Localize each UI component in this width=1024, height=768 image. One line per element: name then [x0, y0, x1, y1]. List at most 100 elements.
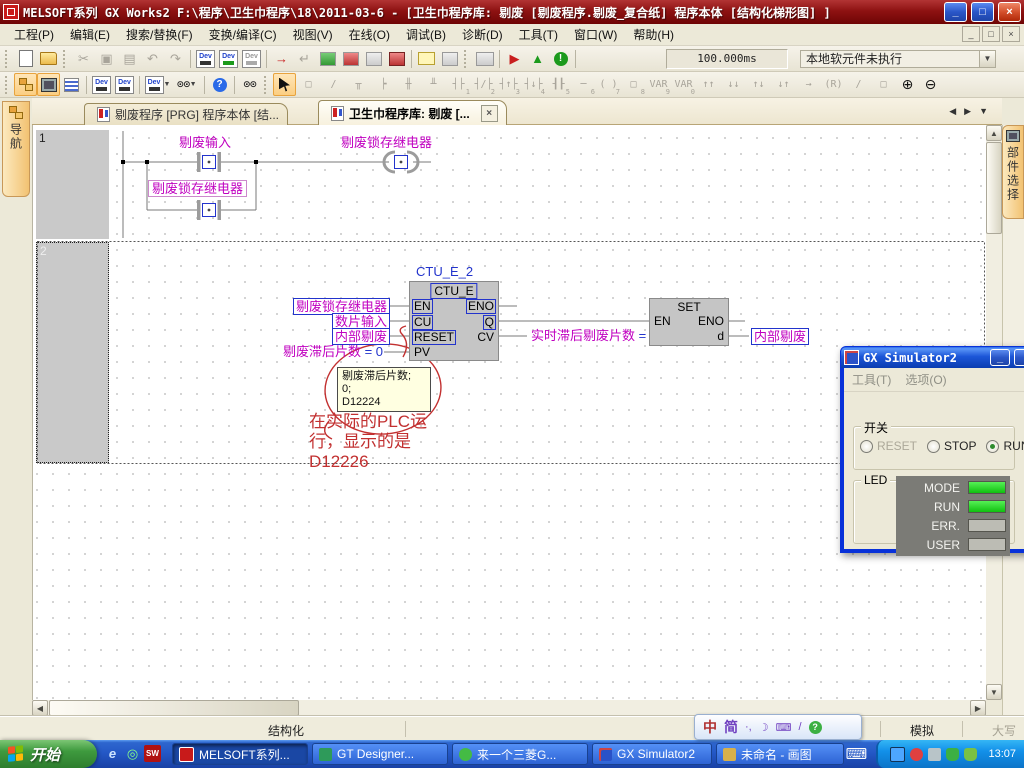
taskbar-task-button[interactable]: GT Designer... [312, 743, 448, 765]
ime-charset-icon[interactable]: 简 [724, 717, 738, 737]
tab-prev-icon[interactable]: ◀ [949, 106, 956, 117]
comment-button[interactable] [415, 47, 438, 70]
ladder-tool-button[interactable]: ┝ [371, 75, 396, 95]
navigation-window-button[interactable] [14, 73, 37, 96]
output-window-button[interactable] [60, 73, 83, 96]
branch-contact-label[interactable]: 剔废锁存继电器 [148, 180, 247, 197]
ladder-tool-button[interactable]: □8 [621, 75, 646, 95]
device-display-mode-button[interactable]: Dev▼ [143, 73, 172, 96]
simulator-minimize-button[interactable]: _ [990, 349, 1010, 366]
ladder-tool-button[interactable]: (R) [821, 75, 846, 95]
network-tray-icon[interactable] [890, 747, 905, 762]
toolbar-grip[interactable] [464, 50, 470, 68]
cross-reference-button[interactable]: ⊙⊙ [238, 73, 261, 96]
output-label-cv[interactable]: 实时滞后剔废片数 = 0 [531, 328, 657, 343]
rung-1-gutter[interactable]: 1 [36, 130, 109, 239]
rung-2-gutter[interactable]: 2 [36, 242, 109, 463]
mdi-restore-button[interactable]: □ [982, 26, 1000, 42]
ladder-tool-button[interactable]: ↑↓ [746, 75, 771, 95]
ladder-tool-button[interactable]: → [796, 75, 821, 95]
simulator-maximize-button[interactable] [1014, 349, 1024, 366]
menu-item[interactable]: 帮助(H) [625, 24, 682, 45]
ladder-tool-button[interactable]: ↓↓ [721, 75, 746, 95]
ladder-tool-button[interactable]: ╫ [396, 75, 421, 95]
input-label-reset[interactable]: 内部剔废 [332, 328, 390, 345]
tab-close-button[interactable]: × [481, 105, 498, 122]
menu-item[interactable]: 工具(T) [511, 24, 566, 45]
shield-tray-icon[interactable] [946, 748, 959, 761]
tab-more-icon[interactable]: ▼ [979, 106, 988, 117]
mdi-minimize-button[interactable]: _ [962, 26, 980, 42]
device-batch-button[interactable] [385, 47, 408, 70]
ladder-tool-button[interactable]: ┨┠5 [546, 75, 571, 95]
solidworks-quicklaunch-icon[interactable]: SW [144, 745, 161, 762]
element-selection-button[interactable] [37, 73, 60, 96]
coil-symbol[interactable] [384, 152, 418, 172]
paste-button[interactable]: ▤ [118, 47, 141, 70]
ladder-tool-button[interactable]: ┤↑├3 [496, 75, 521, 95]
output-label-d[interactable]: 内部剔废 [751, 328, 809, 345]
menu-item[interactable]: 变换/编译(C) [201, 24, 285, 45]
statement-button[interactable] [438, 47, 461, 70]
input-label-pv[interactable]: 剔废滞后片数 = 0 [283, 344, 383, 359]
ladder-tool-button[interactable]: ╥ [346, 75, 371, 95]
menu-item[interactable]: 搜索/替换(F) [118, 24, 201, 45]
help-button[interactable]: ? [208, 73, 231, 96]
toolbar-grip[interactable] [5, 50, 11, 68]
contact-symbol[interactable] [197, 152, 221, 172]
ladder-tool-button[interactable]: VAR9 [646, 75, 671, 95]
dropdown-arrow-icon[interactable]: ▼ [979, 51, 995, 67]
scroll-down-icon[interactable]: ▼ [986, 684, 1002, 700]
watch-start-button[interactable] [316, 47, 339, 70]
taskbar-task-button[interactable]: MELSOFT系列... [172, 743, 308, 765]
menu-item[interactable]: 调试(B) [398, 24, 454, 45]
ladder-tool-button[interactable]: VAR0 [671, 75, 696, 95]
ladder-tool-button[interactable]: ( )7 [596, 75, 621, 95]
gx-simulator-window[interactable]: GX Simulator2 _ 工具(T) 选项(O) 开关 RESET [840, 346, 1024, 553]
undo-button[interactable]: ↶ [141, 47, 164, 70]
menu-item[interactable]: 视图(V) [285, 24, 341, 45]
mdi-close-button[interactable]: × [1002, 26, 1020, 42]
new-project-button[interactable] [14, 47, 37, 70]
watch-register-button[interactable] [362, 47, 385, 70]
menu-item[interactable]: 工程(P) [6, 24, 62, 45]
ime-softkeyboard-icon[interactable]: ⌨ [776, 721, 792, 734]
ladder-tool-button[interactable]: / [321, 75, 346, 95]
radio-circle[interactable] [927, 440, 940, 453]
device-find-button[interactable]: Dev [194, 47, 217, 70]
start-button[interactable]: 开始 [0, 740, 97, 768]
radio-option[interactable]: RUN [986, 439, 1024, 453]
simulator-menu-tools[interactable]: 工具(T) [852, 371, 891, 388]
ctu-function-block[interactable]: CTU_E EN ENO CU Q RESET CV PV [409, 281, 499, 361]
ladder-tool-button[interactable]: □ [871, 75, 896, 95]
minimize-button[interactable]: _ [944, 2, 967, 22]
security-alert-tray-icon[interactable] [910, 748, 923, 761]
ladder-tool-button[interactable]: ↑↑ [696, 75, 721, 95]
set-function-block[interactable]: SET EN ENO d [649, 298, 729, 346]
ladder-tool-button[interactable]: ─6 [571, 75, 596, 95]
simulation-warning-button[interactable]: ▲ [526, 47, 549, 70]
toolbar-grip[interactable] [264, 76, 270, 94]
simulator-menu-options[interactable]: 选项(O) [905, 371, 946, 388]
read-from-plc-button[interactable]: ↵ [293, 47, 316, 70]
device-comment-button[interactable]: Dev [90, 73, 113, 96]
ladder-tool-button[interactable]: / [846, 75, 871, 95]
scroll-right-icon[interactable]: ▶ [970, 700, 986, 716]
vertical-scroll-thumb[interactable] [986, 142, 1002, 234]
ladder-tool-button[interactable]: □ [296, 75, 321, 95]
menu-item[interactable]: 窗口(W) [566, 24, 625, 45]
radio-circle[interactable] [860, 440, 873, 453]
ladder-tool-button[interactable]: ↓↑ [771, 75, 796, 95]
element-selection-side-tab[interactable]: 部件选择 [1002, 125, 1024, 219]
ime-fullwidth-icon[interactable]: ☽ [759, 721, 769, 734]
zoom-in-button[interactable]: ⊕ [896, 73, 919, 96]
simulation-info-button[interactable]: ! [549, 47, 572, 70]
device-memory-button[interactable]: Dev [113, 73, 136, 96]
hardware-tray-icon[interactable] [928, 748, 941, 761]
ime-punctuation-icon[interactable]: ·, [745, 721, 752, 733]
scroll-left-icon[interactable]: ◀ [32, 700, 48, 716]
ladder-tool-button[interactable]: ┤/├2 [471, 75, 496, 95]
menu-item[interactable]: 在线(O) [341, 24, 398, 45]
toolbar-grip[interactable] [63, 50, 69, 68]
menu-item[interactable]: 编辑(E) [62, 24, 118, 45]
